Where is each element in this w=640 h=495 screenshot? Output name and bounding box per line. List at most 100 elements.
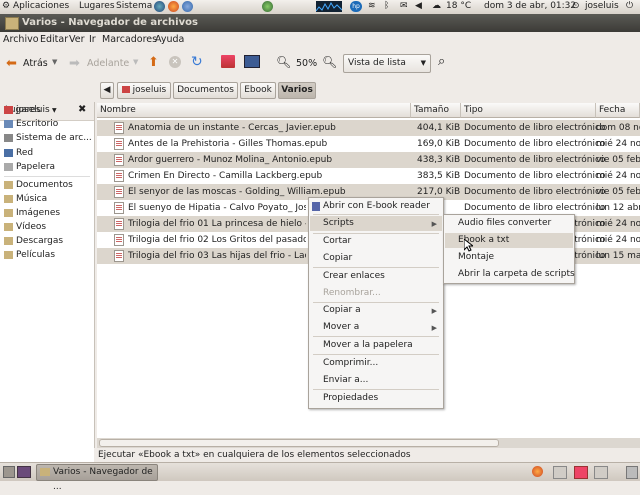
- folder-icon: [4, 208, 13, 217]
- sidebar-item-joseluis[interactable]: joseluis: [4, 105, 50, 115]
- folder-icon: [4, 250, 13, 259]
- hp-printer-icon[interactable]: hp: [350, 1, 362, 12]
- menu-aplicaciones[interactable]: Aplicaciones: [13, 1, 69, 11]
- sidebar-item-papelera[interactable]: Papelera: [4, 162, 55, 172]
- firefox-tray-icon[interactable]: [532, 466, 543, 477]
- sidebar-item-descargas[interactable]: Descargas: [4, 236, 63, 246]
- menu-item-copy[interactable]: Copiar: [323, 253, 352, 263]
- search-icon[interactable]: ⌕: [438, 54, 445, 69]
- sidebar-item-imagenes[interactable]: Imágenes: [4, 208, 60, 218]
- bluetooth-icon[interactable]: ᛒ: [384, 1, 389, 11]
- zoom-out-icon[interactable]: 🔍︎: [276, 55, 291, 69]
- trash-tray-icon[interactable]: [626, 466, 638, 479]
- file-name: Ardor guerrero - Munoz Molina_ Antonio.e…: [128, 155, 333, 165]
- zoom-level[interactable]: 50%: [296, 58, 317, 69]
- file-name: Antes de la Prehistoria - Gilles Thomas.…: [128, 139, 328, 149]
- path-scroll-left-button[interactable]: ◀: [100, 82, 114, 99]
- folder-tray-icon[interactable]: [574, 466, 588, 479]
- computer-icon[interactable]: [244, 55, 260, 68]
- clock[interactable]: dom 3 de abr, 01:32: [484, 1, 576, 11]
- column-header-name[interactable]: Nombre: [97, 103, 411, 118]
- menu-editar[interactable]: Editar: [40, 34, 68, 45]
- menu-item-properties[interactable]: Propiedades: [323, 393, 378, 403]
- power-icon[interactable]: ⏻: [626, 1, 633, 11]
- ebook-file-icon: [114, 138, 124, 150]
- sidebar-item-musica[interactable]: Música: [4, 194, 47, 204]
- sidebar-item-filesystem[interactable]: Sistema de arc...: [4, 133, 92, 143]
- firefox-icon[interactable]: [168, 1, 179, 12]
- breadcrumb-joseluis[interactable]: joseluis: [117, 82, 171, 99]
- sidebar-item-red[interactable]: Red: [4, 148, 33, 158]
- table-row[interactable]: Ardor guerrero - Munoz Molina_ Antonio.e…: [97, 152, 640, 168]
- volume-icon[interactable]: ◀: [415, 1, 422, 11]
- sidebar-item-videos[interactable]: Vídeos: [4, 222, 46, 232]
- globe-icon[interactable]: [262, 1, 273, 12]
- menu-item-audio-files-converter[interactable]: Audio files converter: [458, 218, 551, 228]
- scrollbar-thumb[interactable]: [99, 439, 499, 447]
- menu-separator: [313, 336, 439, 337]
- menu-ayuda[interactable]: Ayuda: [155, 34, 184, 45]
- workspace-icon[interactable]: [17, 466, 31, 478]
- folder-icon: [4, 236, 13, 245]
- up-arrow-icon[interactable]: ⬆: [148, 55, 159, 70]
- table-row[interactable]: Antes de la Prehistoria - Gilles Thomas.…: [97, 136, 640, 152]
- breadcrumb-documentos[interactable]: Documentos: [173, 82, 238, 99]
- show-desktop-icon[interactable]: [3, 466, 15, 478]
- sidebar-item-escritorio[interactable]: Escritorio: [4, 119, 58, 129]
- menu-item-cut[interactable]: Cortar: [323, 236, 351, 246]
- chevron-down-icon[interactable]: ▼: [52, 107, 57, 114]
- sidebar-item-documentos[interactable]: Documentos: [4, 180, 73, 190]
- window-tray-icon[interactable]: [594, 466, 608, 479]
- menu-item-open-with-ebook-reader[interactable]: Abrir con E-book reader: [323, 201, 430, 211]
- sidebar-divider: [4, 176, 90, 177]
- table-row[interactable]: Crimen En Directo - Camilla Lackberg.epu…: [97, 168, 640, 184]
- reload-icon[interactable]: ↻: [191, 54, 203, 70]
- status-bar: Ejecutar «Ebook a txt» en cualquiera de …: [94, 448, 640, 462]
- ebook-file-icon: [114, 186, 124, 198]
- menu-item-montaje[interactable]: Montaje: [458, 252, 494, 262]
- folder-icon: [40, 468, 50, 476]
- back-history-dropdown-icon[interactable]: ▼: [52, 58, 57, 66]
- home-folder-icon[interactable]: [221, 55, 235, 68]
- column-header-date[interactable]: Fecha de m: [596, 103, 640, 130]
- file-size: 383,5 KiB: [417, 171, 461, 181]
- system-monitor-icon[interactable]: [315, 1, 343, 12]
- horizontal-scrollbar[interactable]: [97, 438, 640, 448]
- taskbar-window-button[interactable]: Varios - Navegador de ...: [36, 464, 158, 492]
- file-name: El suenyo de Hipatia - Calvo Poyato_ Jos…: [128, 203, 306, 213]
- window-tray-icon[interactable]: [553, 466, 567, 479]
- mail-icon[interactable]: ✉: [400, 1, 408, 11]
- menu-lugares[interactable]: Lugares: [79, 1, 115, 11]
- window-titlebar[interactable]: Varios - Navegador de archivos: [0, 14, 640, 32]
- ubuntu-logo-icon[interactable]: ⚙: [2, 1, 10, 11]
- menu-item-copy-to[interactable]: Copiar a: [323, 305, 361, 315]
- file-type: Documento de libro electrónico: [464, 187, 606, 197]
- back-button[interactable]: Atrás: [23, 58, 48, 69]
- column-header-size[interactable]: Tamaño: [411, 103, 461, 118]
- menu-archivo[interactable]: Archivo: [3, 34, 39, 45]
- zoom-in-icon[interactable]: 🔍︎: [322, 55, 337, 69]
- close-sidebar-icon[interactable]: ✖: [78, 104, 86, 115]
- breadcrumb-varios[interactable]: Varios: [278, 82, 316, 99]
- menu-item-make-links[interactable]: Crear enlaces: [323, 271, 385, 281]
- help-icon[interactable]: [182, 1, 193, 12]
- menu-ir[interactable]: Ir: [89, 34, 96, 45]
- wifi-icon[interactable]: ≋: [368, 1, 376, 11]
- menu-item-move-to-trash[interactable]: Mover a la papelera: [323, 340, 413, 350]
- column-header-type[interactable]: Tipo: [461, 103, 596, 118]
- menu-marcadores[interactable]: Marcadores: [102, 34, 157, 45]
- menu-item-send-to[interactable]: Enviar a...: [323, 375, 368, 385]
- menu-sistema[interactable]: Sistema: [116, 1, 152, 11]
- sidebar-item-peliculas[interactable]: Películas: [4, 250, 55, 260]
- table-row[interactable]: Anatomia de un instante - Cercas_ Javier…: [97, 120, 640, 136]
- back-arrow-icon[interactable]: ⬅: [6, 56, 17, 71]
- view-mode-select[interactable]: Vista de lista ▼: [343, 54, 431, 73]
- menu-ver[interactable]: Ver: [69, 34, 85, 45]
- temperature[interactable]: 18 °C: [446, 1, 471, 11]
- menu-item-move-to[interactable]: Mover a: [323, 322, 359, 332]
- browser-icon[interactable]: [154, 1, 165, 12]
- user-name[interactable]: joseluis: [585, 1, 619, 11]
- breadcrumb-ebook[interactable]: Ebook: [240, 82, 276, 99]
- menu-item-open-scripts-folder[interactable]: Abrir la carpeta de scripts: [458, 269, 575, 279]
- menu-item-compress[interactable]: Comprimir...: [323, 358, 378, 368]
